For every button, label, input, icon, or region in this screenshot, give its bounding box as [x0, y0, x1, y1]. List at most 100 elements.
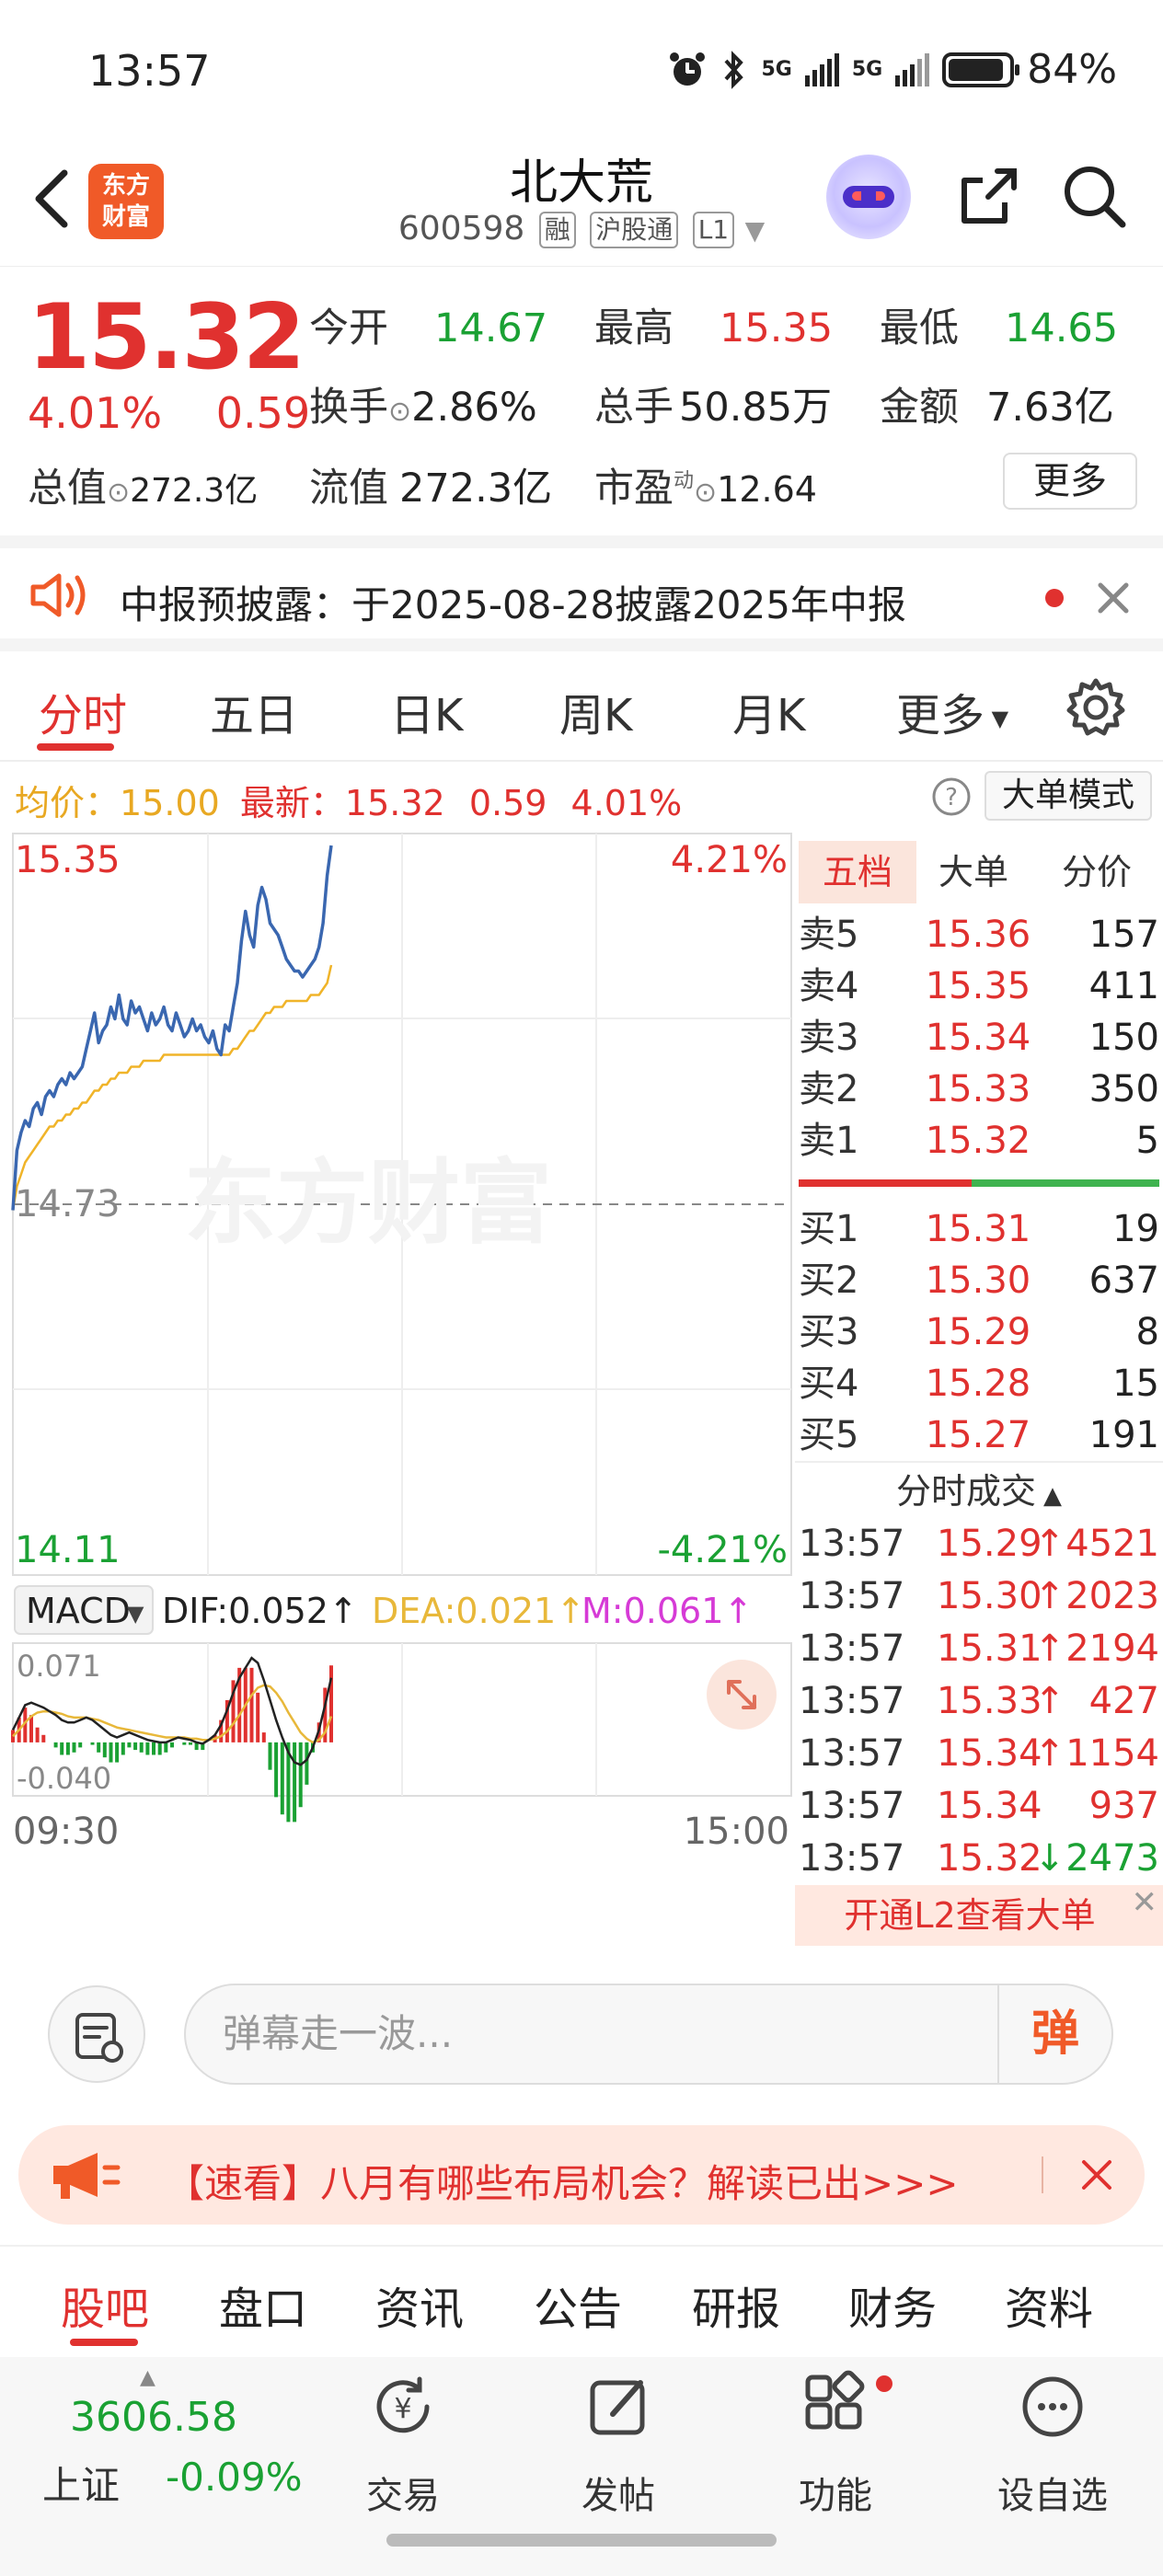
- info-icon[interactable]: ⊙: [107, 477, 130, 509]
- ask-level-row[interactable]: 卖4 15.35 411: [795, 960, 1163, 1012]
- help-icon[interactable]: ?: [931, 776, 972, 817]
- megaphone-icon: [53, 2153, 121, 2199]
- tab-research[interactable]: 研报: [692, 2272, 780, 2337]
- active-tab-indicator: [37, 743, 114, 751]
- pe-cell: 市盈动⊙12.64: [594, 466, 817, 512]
- battery-icon: [942, 52, 1020, 87]
- comment-bar: 弹幕走一波... 弹: [0, 1952, 1163, 2118]
- tab-news[interactable]: 资讯: [375, 2272, 464, 2337]
- status-icons: 5G 5G 84%: [667, 46, 1117, 93]
- stock-code: 600598: [397, 210, 525, 247]
- status-bar: 13:57 5G 5G 84%: [0, 0, 1163, 138]
- tab-price-levels[interactable]: 分价: [1062, 841, 1132, 903]
- intraday-info-bar: 均价：15.00 最新：15.32 0.59 4.01% ? 大单模式: [0, 764, 1163, 828]
- tab-weekly-k[interactable]: 周K: [559, 679, 632, 743]
- latest-chg: 0.59: [468, 783, 547, 823]
- index-value: 3606.58: [70, 2394, 237, 2441]
- info-icon[interactable]: ⊙: [694, 477, 717, 509]
- tab-intraday[interactable]: 分时: [39, 679, 127, 743]
- nav-trade[interactable]: ¥ 交易: [329, 2370, 477, 2519]
- tab-more[interactable]: 更多 ▼: [896, 679, 1008, 743]
- trade-row: 13:57 15.34 937: [799, 1785, 1159, 1827]
- caret-up-icon: ▲: [1043, 1482, 1062, 1510]
- turnover-cell: 换手⊙2.86%: [309, 385, 537, 431]
- content-tabs: 股吧 盘口 资讯 公告 研报 财务 资料: [0, 2245, 1163, 2355]
- bluetooth-icon: [724, 50, 744, 89]
- chart-low-pct: -4.21%: [657, 1529, 788, 1571]
- notification-dot: [876, 2375, 892, 2392]
- more-circle-icon: [1022, 2376, 1083, 2437]
- tab-profile[interactable]: 资料: [1005, 2272, 1093, 2337]
- chart-low-price: 14.11: [15, 1529, 121, 1571]
- close-icon[interactable]: [1095, 580, 1132, 616]
- caret-down-icon: ▼: [127, 1601, 144, 1627]
- quote-panel: 15.32 4.01% 0.59 今开 14.67 最高 15.35 最低 14.65…: [0, 269, 1163, 535]
- high-cell: 最高 15.35: [594, 305, 834, 351]
- macd-bottom-value: -0.040: [17, 1761, 111, 1796]
- tab-daily-k[interactable]: 日K: [390, 679, 463, 743]
- latest-price: 15.32: [344, 783, 445, 823]
- comment-list-button[interactable]: [48, 1985, 145, 2083]
- promo-divider: [1042, 2156, 1043, 2193]
- nav-add-watchlist[interactable]: 设自选: [979, 2370, 1126, 2519]
- ask-levels: 卖5 15.36 157 卖4 15.35 411 卖3 15.34 150 卖2 15.33 350…: [795, 909, 1163, 1167]
- dif-value: DIF:0.052↑: [162, 1591, 358, 1631]
- big-order-mode-button[interactable]: 大单模式: [985, 771, 1152, 821]
- float-cell: 流值 272.3亿: [309, 466, 553, 512]
- nav-post[interactable]: 发帖: [545, 2370, 692, 2519]
- dea-value: DEA:0.021↑: [372, 1591, 585, 1631]
- orderbook-tabs: 五档 大单 分价: [795, 830, 1163, 909]
- comment-input[interactable]: 弹幕走一波...: [184, 1984, 1113, 2085]
- macd-top-value: 0.071: [17, 1649, 101, 1684]
- ask-level-row[interactable]: 卖5 15.36 157: [795, 909, 1163, 960]
- alarm-icon: [670, 52, 706, 86]
- tab-big-orders[interactable]: 大单: [938, 841, 1008, 903]
- trade-row: 13:57 15.29 ↑ 4521: [799, 1523, 1159, 1565]
- index-change: -0.09%: [166, 2455, 303, 2500]
- tab-five-day[interactable]: 五日: [210, 679, 298, 743]
- ask-level-row[interactable]: 卖2 15.33 350: [795, 1064, 1163, 1115]
- info-icon[interactable]: ⊙: [388, 396, 411, 428]
- close-icon[interactable]: ✕: [1132, 1872, 1158, 1933]
- bid-level-row[interactable]: 买2 15.30 637: [795, 1255, 1163, 1306]
- tab-financials[interactable]: 财务: [848, 2272, 937, 2337]
- ask-level-row[interactable]: 卖1 15.32 5: [795, 1115, 1163, 1167]
- tab-announcements[interactable]: 公告: [534, 2272, 622, 2337]
- intraday-summary: 均价：15.00 最新：15.32 0.59 4.01%: [15, 783, 683, 823]
- send-comment-button[interactable]: 弹: [997, 1985, 1111, 2083]
- tag-level: L1: [692, 212, 735, 248]
- macd-label: MACD: [26, 1591, 131, 1631]
- tab-monthly-k[interactable]: 月K: [732, 679, 805, 743]
- bid-level-row[interactable]: 买4 15.28 15: [795, 1358, 1163, 1409]
- index-ticker[interactable]: ▲ 3606.58 上证 -0.09%: [28, 2366, 322, 2513]
- intraday-chart-area[interactable]: 东方财富 15.35 4.21% 14.73 14.11 -4.21% MACD…: [0, 830, 795, 1952]
- chart-tabs: 分时 五日 日K 周K 月K 更多 ▼: [0, 651, 1163, 762]
- caret-up-icon: ▲: [140, 2366, 155, 2389]
- notice-bar[interactable]: 中报预披露：于2025-08-28披露2025年中报: [0, 535, 1163, 651]
- stock-header: 东方 财富 北大荒 600598 融 沪股通 L1 ▼: [0, 138, 1163, 267]
- bid-level-row[interactable]: 买3 15.29 8: [795, 1306, 1163, 1358]
- share-icon[interactable]: [951, 160, 1025, 234]
- grid-apps-icon: [805, 2370, 865, 2430]
- ask-level-row[interactable]: 卖3 15.34 150: [795, 1012, 1163, 1064]
- nav-functions[interactable]: 功能: [762, 2370, 909, 2519]
- trade-row: 13:57 15.31 ↑ 2194: [799, 1627, 1159, 1670]
- bid-level-row[interactable]: 买1 15.31 19: [795, 1203, 1163, 1255]
- tab-forum[interactable]: 股吧: [61, 2272, 149, 2337]
- settings-gear-icon[interactable]: [1064, 675, 1128, 740]
- search-icon[interactable]: [1058, 160, 1132, 234]
- promo-banner[interactable]: 【速看】八月有哪些布局机会？解读已出>>>: [18, 2125, 1145, 2225]
- trades-header[interactable]: 分时成交 ▲: [795, 1461, 1163, 1518]
- tab-orderbook[interactable]: 盘口: [219, 2272, 307, 2337]
- status-time: 13:57: [88, 46, 211, 96]
- time-start: 09:30: [13, 1811, 119, 1853]
- close-icon[interactable]: [1078, 2156, 1115, 2193]
- svg-text:¥: ¥: [394, 2393, 411, 2425]
- chart-prev-close: 14.73: [15, 1183, 121, 1225]
- tab-five-levels[interactable]: 五档: [799, 841, 916, 903]
- bid-level-row[interactable]: 买5 15.27 191: [795, 1409, 1163, 1461]
- l2-upgrade-banner[interactable]: 开通L2查看大单 ✕: [795, 1884, 1163, 1946]
- ai-assistant-avatar[interactable]: [826, 155, 911, 239]
- chart-high-price: 15.35: [15, 839, 121, 881]
- more-button[interactable]: 更多: [1003, 453, 1137, 510]
